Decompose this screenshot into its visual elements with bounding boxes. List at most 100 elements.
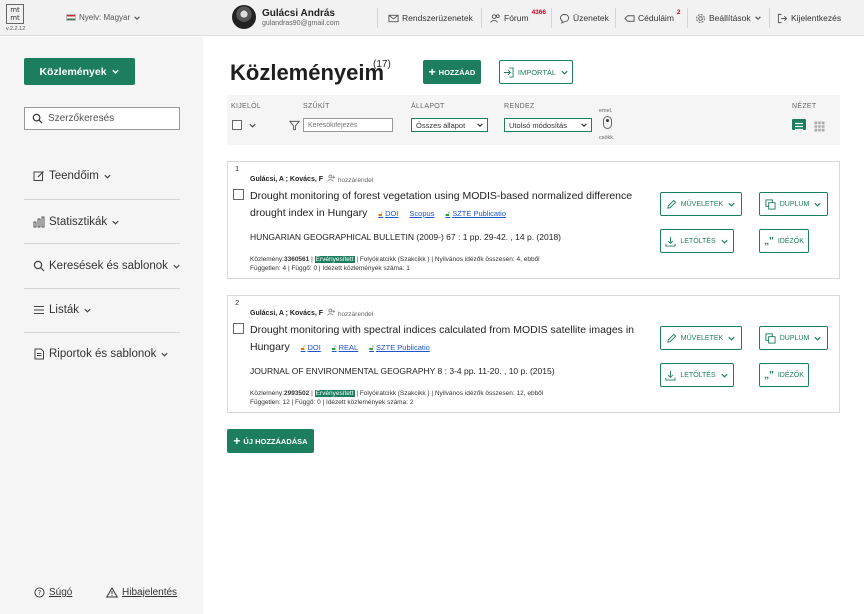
- repository-link[interactable]: 🔓︎ SZTE Publicatio: [369, 343, 430, 352]
- status-label: ÁLLAPOT: [411, 103, 445, 110]
- bug-report-label: Hibajelentés: [122, 587, 178, 598]
- nav-settings[interactable]: Beállítások: [695, 0, 762, 36]
- chevron-down-icon: [814, 336, 821, 341]
- download-button[interactable]: LETÖLTÉS: [660, 229, 734, 253]
- help-link[interactable]: ? Súgó: [34, 587, 72, 598]
- version-label: v.2.2.12: [6, 26, 26, 32]
- nav-chat[interactable]: Üzenetek: [559, 0, 609, 36]
- language-selector[interactable]: Nyelv: Magyar: [66, 13, 141, 22]
- doi-link[interactable]: 🔓︎ DOI: [301, 343, 321, 352]
- publications-button-label: Közlemények: [39, 65, 107, 78]
- filter-icon: [289, 120, 300, 131]
- operations-button[interactable]: MŰVELETEK: [660, 326, 742, 350]
- sort-select-value: Utolsó módosítás: [509, 120, 567, 130]
- open-lock-icon: 🔓︎: [331, 343, 337, 352]
- sidebar-item-lists[interactable]: Listák: [33, 304, 92, 316]
- chevron-down-icon: [112, 220, 119, 225]
- download-button[interactable]: LETÖLTÉS: [660, 363, 734, 387]
- assign-link[interactable]: hozzárendel: [327, 174, 373, 184]
- nav-logout[interactable]: Kijelentkezés: [777, 0, 841, 36]
- add-button[interactable]: + HOZZÁAD: [423, 60, 481, 84]
- plus-icon: +: [233, 434, 241, 448]
- app-logo[interactable]: mt mt: [6, 4, 24, 24]
- sort-label: RENDEZ: [504, 103, 535, 110]
- citations-button[interactable]: „" IDÉZŐK: [759, 229, 809, 253]
- select-all-checkbox[interactable]: [232, 120, 242, 130]
- help-icon: ?: [34, 587, 45, 598]
- download-label: LETÖLTÉS: [680, 237, 716, 245]
- repository-link[interactable]: 🔓︎ SZTE Publicatio: [445, 209, 506, 218]
- help-label: Súgó: [49, 587, 73, 598]
- user-name: Gulácsi András: [262, 7, 335, 19]
- chevron-down-icon[interactable]: [248, 121, 257, 130]
- sidebar-item-label: Teendőim: [49, 170, 99, 182]
- id-label: Közlemény:: [250, 390, 284, 397]
- sidebar-item-searches[interactable]: Keresések és sablonok: [33, 260, 181, 272]
- publication-title[interactable]: Drought monitoring of forest vegetation …: [250, 188, 660, 222]
- copy-icon: [765, 332, 776, 344]
- quote-icon: „": [764, 235, 774, 247]
- narrow-search-input[interactable]: [303, 118, 393, 132]
- author-search-input[interactable]: [48, 113, 168, 124]
- document-icon: [34, 348, 44, 360]
- open-lock-icon: 🔓︎: [300, 343, 306, 352]
- new-add-button[interactable]: + ÚJ HOZZÁADÁSA: [227, 429, 314, 453]
- bug-report-link[interactable]: Hibajelentés: [106, 587, 177, 598]
- doi-link[interactable]: 🔓︎ DOI: [378, 209, 398, 218]
- chevron-down-icon: [161, 352, 169, 357]
- sidebar-item-reports[interactable]: Riportok és sablonok: [33, 348, 169, 360]
- duplicate-button[interactable]: DUPLUM: [759, 192, 828, 216]
- svg-text:?: ?: [38, 589, 42, 597]
- divider: [551, 8, 552, 28]
- duplicate-label: DUPLUM: [779, 200, 810, 208]
- warning-icon: [106, 587, 118, 598]
- chevron-down-icon: [754, 16, 761, 21]
- publication-count: (17): [373, 59, 391, 70]
- page-title: Közleményeim: [230, 60, 385, 85]
- select-all-control[interactable]: [232, 120, 257, 130]
- sort-direction-toggle[interactable]: [603, 116, 612, 129]
- publications-menu-button[interactable]: Közlemények: [24, 58, 135, 85]
- download-label: LETÖLTÉS: [680, 371, 716, 379]
- scopus-link[interactable]: Scopus: [409, 209, 434, 218]
- publication-id: 3360561: [283, 256, 310, 263]
- logo-text: mt mt: [10, 6, 20, 22]
- status-select[interactable]: Összes állapot: [411, 118, 488, 132]
- publication-checkbox[interactable]: [233, 189, 244, 200]
- publication-type: | Folyóiratcikk (Szakcikk ) | Nyilvános …: [356, 390, 544, 397]
- assign-link[interactable]: hozzárendel: [327, 308, 373, 318]
- nav-forum[interactable]: Fórum 4366: [490, 0, 546, 36]
- publication-checkbox[interactable]: [233, 323, 244, 334]
- duplicate-button[interactable]: DUPLUM: [759, 326, 828, 350]
- import-icon: [503, 66, 514, 78]
- list-view-button[interactable]: [792, 119, 806, 131]
- pencil-icon: [667, 199, 677, 209]
- sort-select[interactable]: Utolsó módosítás: [504, 118, 592, 132]
- nav-notes[interactable]: Céduláim 2: [624, 0, 681, 36]
- real-link[interactable]: 🔓︎ REAL: [332, 343, 358, 352]
- gear-icon: [696, 13, 705, 23]
- download-icon: [665, 370, 676, 381]
- link-label: Scopus: [409, 209, 435, 218]
- sidebar-item-todos[interactable]: Teendőim: [33, 170, 112, 182]
- chevron-down-icon: [728, 202, 735, 207]
- sidebar-item-statistics[interactable]: Statisztikák: [33, 216, 120, 228]
- nav-system-messages[interactable]: Rendszerüzenetek: [388, 0, 473, 36]
- plus-icon: +: [428, 65, 436, 79]
- publication-title[interactable]: Drought monitoring with spectral indices…: [250, 322, 660, 356]
- citations-button[interactable]: „" IDÉZŐK: [759, 363, 809, 387]
- operations-button[interactable]: MŰVELETEK: [660, 192, 742, 216]
- author-search-box[interactable]: [24, 107, 180, 130]
- divider: [769, 8, 770, 28]
- authors-text: Gulácsi, A ; Kovács, F: [250, 175, 324, 183]
- import-button[interactable]: IMPORTÁL: [499, 60, 573, 84]
- citation-stats: Független: 4 | Függő: 0 | Idézett közlem…: [250, 265, 410, 272]
- users-icon: [490, 13, 500, 23]
- grid-view-button[interactable]: [814, 119, 825, 132]
- publication-card: 1 Gulácsi, A ; Kovács, F hozzárendel Dro…: [227, 161, 840, 279]
- new-add-button-label: ÚJ HOZZÁADÁSA: [243, 436, 308, 446]
- user-profile[interactable]: Gulácsi András gulandras90@gmail.com: [232, 5, 340, 29]
- user-email: gulandras90@gmail.com: [262, 19, 340, 27]
- grid-view-icon: [814, 121, 825, 132]
- operations-label: MŰVELETEK: [680, 334, 724, 342]
